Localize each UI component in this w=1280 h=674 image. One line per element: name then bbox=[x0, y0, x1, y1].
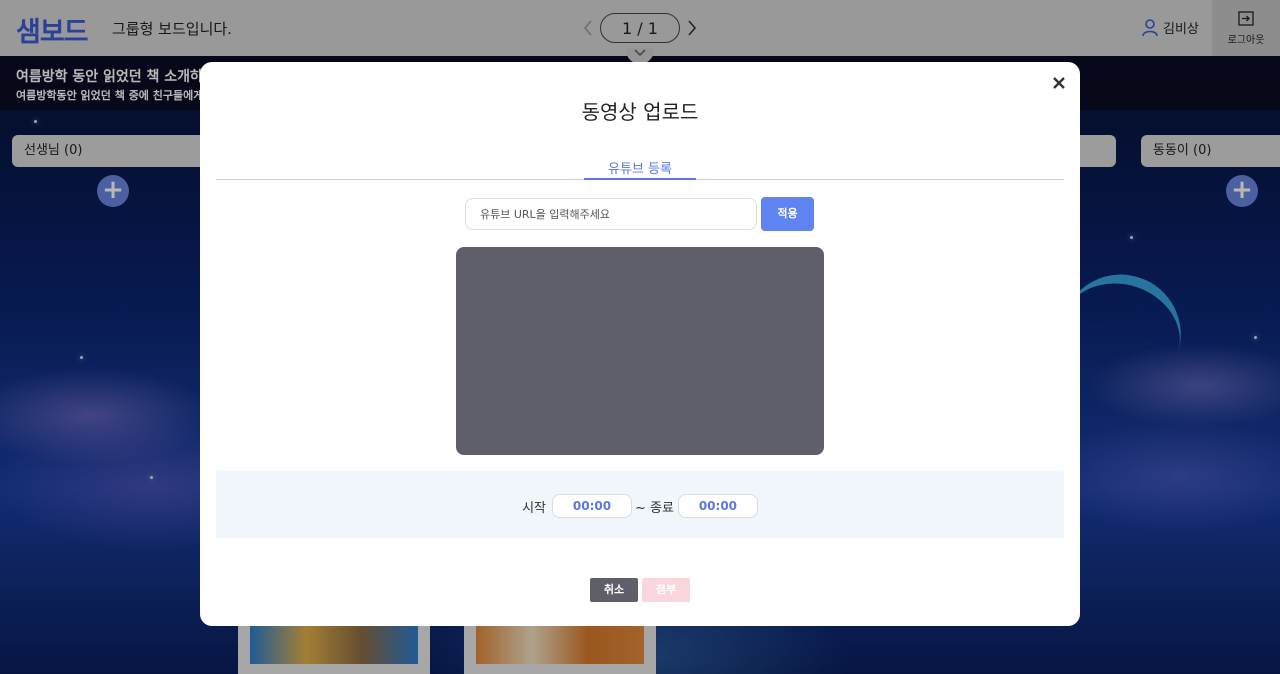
end-label: ~ 종료 bbox=[634, 500, 674, 516]
tab-youtube[interactable]: 유튜브 등록 bbox=[584, 158, 696, 180]
video-preview bbox=[456, 247, 824, 455]
close-icon bbox=[1053, 77, 1065, 89]
cancel-button[interactable]: 취소 bbox=[590, 578, 638, 602]
attach-button[interactable]: 첨부 bbox=[642, 578, 690, 602]
modal-title: 동영상 업로드 bbox=[581, 100, 699, 124]
start-time-input[interactable]: 00:00 bbox=[551, 494, 632, 518]
close-button[interactable] bbox=[1052, 68, 1066, 95]
end-time-input[interactable]: 00:00 bbox=[677, 494, 758, 518]
youtube-url-input[interactable] bbox=[465, 198, 757, 230]
time-range-panel: 시작 00:00 ~ 종료 00:00 bbox=[216, 471, 1064, 538]
start-label: 시작 bbox=[522, 500, 546, 516]
upload-tabs: 유튜브 등록 bbox=[216, 158, 1064, 180]
video-upload-modal: 동영상 업로드 유튜브 등록 적용 시작 00:00 ~ 종료 00:00 취소… bbox=[200, 62, 1080, 626]
apply-button[interactable]: 적용 bbox=[761, 197, 814, 231]
